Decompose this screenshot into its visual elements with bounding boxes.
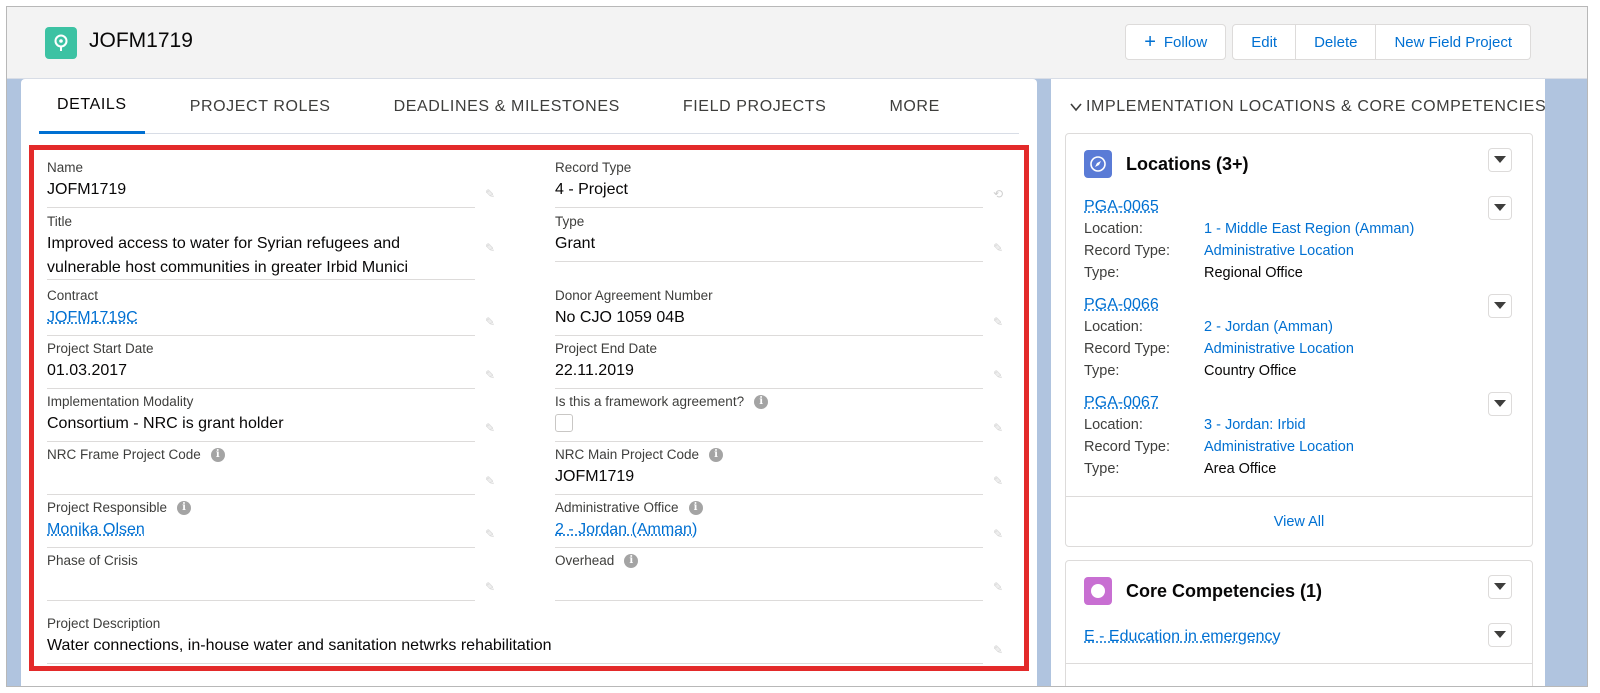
location-record-link[interactable]: PGA-0066 [1084, 294, 1514, 316]
list-item: PGA-0065 Location: 1 - Middle East Region… [1084, 196, 1514, 284]
field-contract: Contract JOFM1719C ✎ [47, 288, 495, 336]
details-card: DETAILS PROJECT ROLES DEADLINES & MILEST… [21, 79, 1037, 686]
edit-pencil-icon[interactable]: ✎ [993, 315, 1007, 329]
field-record-type: Record Type 4 - Project ⟲ [555, 160, 1003, 208]
edit-pencil-icon[interactable]: ✎ [485, 368, 499, 382]
edit-pencil-icon[interactable]: ✎ [993, 474, 1007, 488]
follow-button[interactable]: + Follow [1125, 24, 1227, 60]
plus-icon: + [1144, 31, 1156, 53]
locations-title: Locations (3+) [1126, 153, 1249, 174]
tab-project-roles[interactable]: PROJECT ROLES [172, 79, 349, 134]
new-field-project-button[interactable]: New Field Project [1376, 24, 1531, 60]
tab-field-projects[interactable]: FIELD PROJECTS [665, 79, 845, 134]
record-header: JOFM1719 + Follow Edit Delete New Field … [7, 7, 1587, 79]
info-icon[interactable]: i [709, 447, 724, 462]
field-implementation-modality: Implementation Modality Consortium - NRC… [47, 394, 495, 442]
edit-pencil-icon[interactable]: ✎ [485, 421, 499, 435]
edit-pencil-icon[interactable]: ✎ [993, 580, 1007, 594]
field-project-responsible: Project Responsible i Monika Olsen ✎ [47, 500, 495, 548]
contract-link[interactable]: JOFM1719C [47, 306, 475, 330]
edit-pencil-icon[interactable]: ✎ [485, 580, 499, 594]
info-icon[interactable]: i [624, 553, 639, 568]
details-highlight-box: Name JOFM1719 ✎ Record Type 4 - Project … [29, 145, 1029, 671]
field-project-description: Project Description Water connections, i… [47, 616, 1003, 664]
core-competencies-card: Core Competencies (1) E - Education in e… [1065, 560, 1533, 686]
chevron-down-icon[interactable] [1488, 294, 1512, 318]
edit-pencil-icon[interactable]: ✎ [485, 241, 499, 255]
location-record-link[interactable]: PGA-0065 [1084, 196, 1514, 218]
chevron-down-icon[interactable] [1488, 623, 1512, 647]
info-icon[interactable]: i [177, 500, 192, 515]
info-icon[interactable]: i [754, 394, 769, 409]
record-tabs: DETAILS PROJECT ROLES DEADLINES & MILEST… [39, 79, 1019, 134]
edit-pencil-icon[interactable]: ✎ [993, 368, 1007, 382]
location-record-link[interactable]: PGA-0067 [1084, 392, 1514, 414]
field-project-end-date: Project End Date 22.11.2019 ✎ [555, 341, 1003, 389]
tab-more[interactable]: MORE [871, 79, 957, 134]
field-title: Title Improved access to water for Syria… [47, 214, 495, 280]
edit-pencil-icon[interactable]: ✎ [993, 527, 1007, 541]
field-project-object-icon [45, 27, 77, 59]
field-nrc-main-project-code: NRC Main Project Code i JOFM1719 ✎ [555, 447, 1003, 495]
info-icon[interactable]: i [688, 500, 703, 515]
list-item: PGA-0067 Location: 3 - Jordan: Irbid Reco… [1084, 392, 1514, 480]
field-donor-agreement-number: Donor Agreement Number No CJO 1059 04B ✎ [555, 288, 1003, 336]
core-competencies-title: Core Competencies (1) [1126, 580, 1323, 601]
field-project-start-date: Project Start Date 01.03.2017 ✎ [47, 341, 495, 389]
project-responsible-link[interactable]: Monika Olsen [47, 518, 475, 542]
delete-button[interactable]: Delete [1296, 24, 1377, 60]
header-actions: + Follow Edit Delete New Field Project [1125, 24, 1531, 60]
edit-pencil-icon[interactable]: ✎ [485, 527, 499, 541]
competency-link[interactable]: E - Education in emergency [1084, 628, 1281, 646]
page-title: JOFM1719 [89, 29, 193, 52]
edit-pencil-icon[interactable]: ✎ [485, 187, 499, 201]
field-framework-agreement: Is this a framework agreement? i ✎ [555, 394, 1003, 442]
chevron-down-icon[interactable] [1488, 575, 1512, 599]
app-frame: JOFM1719 + Follow Edit Delete New Field … [6, 6, 1588, 687]
compass-icon [1084, 150, 1112, 178]
circle-icon [1084, 577, 1112, 605]
field-overhead: Overhead i ✎ [555, 553, 1003, 601]
follow-label: Follow [1163, 33, 1208, 51]
edit-pencil-icon[interactable]: ✎ [993, 643, 1007, 657]
chevron-down-icon[interactable] [1488, 196, 1512, 220]
field-type: Type Grant ✎ [555, 214, 1003, 262]
chevron-down-icon [1070, 103, 1082, 112]
field-phase-of-crisis: Phase of Crisis ✎ [47, 553, 495, 601]
edit-pencil-icon[interactable]: ✎ [485, 315, 499, 329]
section-toggle[interactable]: IMPLEMENTATION LOCATIONS & CORE COMPETEN… [1069, 98, 1546, 116]
chevron-down-icon[interactable] [1488, 392, 1512, 416]
related-panel: IMPLEMENTATION LOCATIONS & CORE COMPETEN… [1051, 79, 1546, 686]
change-record-type-icon[interactable]: ⟲ [993, 187, 1007, 201]
edit-pencil-icon[interactable]: ✎ [993, 421, 1007, 435]
administrative-office-link[interactable]: 2 - Jordan (Amman) [555, 518, 983, 542]
view-all-link[interactable]: View All [1066, 496, 1532, 546]
edit-button[interactable]: Edit [1232, 24, 1297, 60]
tab-deadlines-milestones[interactable]: DEADLINES & MILESTONES [376, 79, 638, 134]
chevron-down-icon[interactable] [1488, 148, 1512, 172]
list-item: PGA-0066 Location: 2 - Jordan (Amman) Rec… [1084, 294, 1514, 382]
field-nrc-frame-project-code: NRC Frame Project Code i ✎ [47, 447, 495, 495]
framework-agreement-checkbox[interactable] [555, 414, 573, 432]
edit-pencil-icon[interactable]: ✎ [485, 474, 499, 488]
field-administrative-office: Administrative Office i 2 - Jordan (Amma… [555, 500, 1003, 548]
section-title: IMPLEMENTATION LOCATIONS & CORE COMPETEN… [1086, 98, 1547, 115]
edit-pencil-icon[interactable]: ✎ [993, 241, 1007, 255]
tab-details[interactable]: DETAILS [39, 79, 145, 134]
locations-card: Locations (3+) PGA-0065 Location: 1 - Mid… [1065, 133, 1533, 547]
field-name: Name JOFM1719 ✎ [47, 160, 495, 208]
info-icon[interactable]: i [210, 447, 225, 462]
